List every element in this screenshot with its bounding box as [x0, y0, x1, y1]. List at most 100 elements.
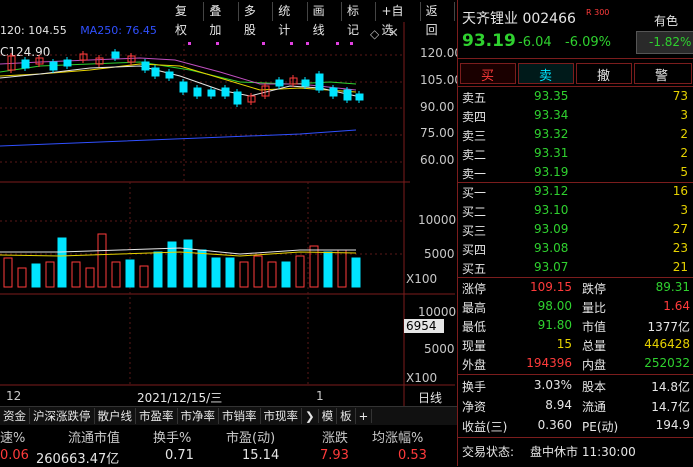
- stat-label: 最高: [462, 301, 487, 315]
- stat-label: 内盘: [582, 358, 607, 372]
- candle-body: [141, 61, 150, 71]
- volume-bar: [3, 257, 13, 288]
- volume-bar: [281, 261, 291, 288]
- volume-ma-line: [0, 251, 357, 257]
- price-tick: 60.00: [420, 153, 455, 167]
- volume-bar: [253, 255, 263, 288]
- indicator-tab[interactable]: 沪深涨跌停: [30, 408, 95, 424]
- indicator-tab[interactable]: ❯: [302, 409, 319, 423]
- cancel-order-button[interactable]: 撤: [576, 63, 632, 84]
- period-label[interactable]: 日线: [418, 389, 442, 406]
- kline-svg: [0, 22, 455, 406]
- price-tick: 105.00: [420, 73, 462, 87]
- stat-label: 跌停: [582, 282, 607, 296]
- stat-label: PE(动): [582, 420, 619, 434]
- bid-row[interactable]: 买三 93.09 27: [458, 222, 693, 239]
- book-volume: 2: [680, 146, 688, 160]
- sector-name: 有色: [654, 14, 679, 28]
- indicator-tab[interactable]: 资金: [0, 408, 30, 424]
- candle-body: [233, 91, 242, 105]
- bid-row[interactable]: 买一 93.12 16: [458, 184, 693, 201]
- stat-label: 股本: [582, 380, 607, 394]
- candle-body: [301, 79, 310, 87]
- date-tick: 1: [316, 389, 324, 403]
- last-price: 93.19: [462, 31, 516, 51]
- indicator-tab[interactable]: 模: [319, 408, 338, 424]
- stock-name: 天齐锂业 002466: [462, 11, 576, 27]
- ask-row[interactable]: 卖四 93.34 3: [458, 108, 693, 125]
- signal-dot: [188, 42, 191, 45]
- volume-tick: 10000: [418, 213, 457, 227]
- trade-status-label: 交易状态:: [462, 445, 515, 459]
- stat-value: 14.7亿: [651, 400, 690, 414]
- stat-label: 换手: [462, 380, 487, 394]
- table-cell: 0.71: [165, 448, 194, 463]
- signal-dot: [262, 42, 265, 45]
- table-cell: 7.93: [320, 448, 349, 463]
- stat-label: 涨停: [462, 282, 487, 296]
- book-volume: 5: [680, 165, 688, 179]
- book-level-label: 买二: [462, 205, 487, 219]
- sector-change-pct: -1.82%: [649, 35, 692, 49]
- stat-value: 8.94: [545, 398, 572, 412]
- indicator-tab[interactable]: +: [356, 409, 373, 423]
- volume-ma-line: [0, 247, 356, 255]
- bid-row[interactable]: 买四 93.08 23: [458, 241, 693, 258]
- indicator-current-value: 6954: [404, 319, 444, 333]
- book-volume: 27: [672, 222, 688, 236]
- stat-label: 最低: [462, 320, 487, 334]
- volume-bar: [295, 255, 305, 288]
- bid-row[interactable]: 买二 93.10 3: [458, 203, 693, 220]
- volume-bar: [31, 263, 41, 288]
- stat-value: 194.9: [655, 418, 690, 432]
- price-change: -6.04: [518, 35, 552, 50]
- volume-bar: [57, 237, 67, 288]
- signal-dot: [336, 42, 339, 45]
- stat-label: 总量: [582, 339, 607, 353]
- table-cell: 260663.47亿: [36, 452, 120, 467]
- ask-row[interactable]: 卖一 93.19 5: [458, 165, 693, 182]
- price-tick: 90.00: [420, 100, 455, 114]
- price-tick: 75.00: [420, 126, 455, 140]
- indicator-tab[interactable]: 市销率: [219, 408, 261, 424]
- indicator-tab[interactable]: 市盈率: [136, 408, 178, 424]
- stat-value: 194396: [526, 356, 572, 370]
- volume-bar: [239, 261, 249, 288]
- ask-row[interactable]: 卖二 93.31 2: [458, 146, 693, 163]
- col-header: 市盈(动): [226, 431, 276, 446]
- book-volume: 2: [680, 127, 688, 141]
- price-tick: 120.00: [420, 46, 462, 60]
- stat-label: 收益(三): [462, 420, 508, 434]
- candle-body: [193, 87, 202, 97]
- col-header: 流通市值: [68, 431, 121, 446]
- alert-button[interactable]: 警: [634, 63, 692, 84]
- buy-button[interactable]: 买: [460, 63, 516, 84]
- kline-chart-area[interactable]: 复权 叠加 多股 统计 画线 标记 +自选 返回 120: 104.55 MA250: 76.…: [0, 0, 462, 406]
- signal-dot: [216, 42, 219, 45]
- signal-dot: [306, 42, 309, 45]
- stat-value: 1.64: [663, 299, 690, 313]
- volume-bar: [45, 261, 55, 288]
- indicator-tab[interactable]: 市现率: [261, 408, 302, 424]
- volume-bar: [323, 251, 333, 288]
- sell-button[interactable]: 卖: [518, 63, 574, 84]
- ask-row[interactable]: 卖五 93.35 73: [458, 89, 693, 106]
- stock-badge: R 300: [586, 8, 610, 17]
- date-tick: 12: [6, 389, 22, 403]
- ask-row[interactable]: 卖三 93.32 2: [458, 127, 693, 144]
- indicator-tab[interactable]: 板: [337, 408, 356, 424]
- book-volume: 16: [672, 184, 688, 198]
- indicator-tab[interactable]: 散户线: [95, 408, 136, 424]
- volume-bar: [153, 251, 163, 288]
- candle-body: [207, 89, 216, 97]
- book-level-label: 买四: [462, 243, 487, 257]
- volume-bar: [97, 233, 107, 288]
- book-price: 93.31: [534, 146, 569, 160]
- volume-unit: X100: [406, 272, 438, 286]
- signal-dot: [290, 42, 293, 45]
- indicator-tab[interactable]: 市净率: [178, 408, 219, 424]
- bid-row[interactable]: 买五 93.07 21: [458, 260, 693, 277]
- candle-body: [329, 87, 338, 97]
- stat-value: 98.00: [537, 299, 572, 313]
- table-row[interactable]: 0.06 260663.47亿 0.71 15.14 7.93 0.53: [0, 446, 457, 467]
